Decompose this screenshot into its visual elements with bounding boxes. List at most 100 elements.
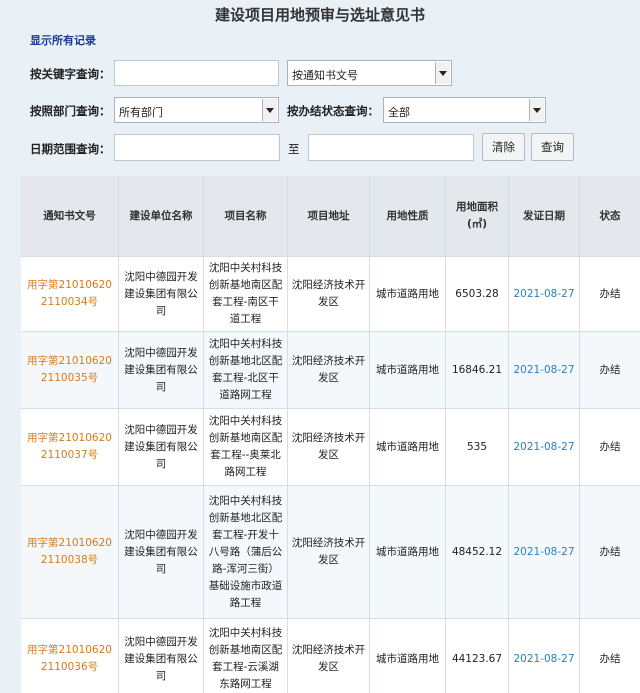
- dept-select[interactable]: 所有部门: [114, 97, 279, 123]
- issue-date-cell-text: 2021-08-27: [513, 440, 575, 453]
- date-label: 日期范围查询：: [30, 142, 111, 156]
- area-cell-text: 6503.28: [455, 287, 499, 300]
- header-cell: 发证日期: [509, 176, 580, 256]
- date-to-label: 至: [288, 142, 300, 156]
- unit-cell-text: 沈阳中德园开发建设集团有限公司: [124, 346, 198, 393]
- header-cell: 项目地址: [288, 176, 370, 256]
- area-cell-text: 44123.67: [451, 652, 503, 665]
- project-cell-text: 沈阳中关村科技创新基地北区配套工程-开发十八号路（蒲后公路-浑河三街）基础设施市…: [208, 494, 283, 609]
- land-nature-cell: 城市道路用地: [370, 257, 446, 331]
- doc-number-link[interactable]: 用字第210106202110036号: [21, 619, 119, 693]
- search-button[interactable]: 查询: [531, 133, 574, 161]
- status-value: 全部: [388, 106, 410, 119]
- status-cell-text: 办结: [599, 287, 621, 300]
- land-nature-cell-text: 城市道路用地: [376, 652, 439, 665]
- doc-number-link-text[interactable]: 用字第210106202110035号: [24, 353, 115, 387]
- clear-button[interactable]: 清除: [482, 133, 525, 161]
- address-cell: 沈阳经济技术开发区: [288, 257, 370, 331]
- date-from-input[interactable]: [114, 134, 280, 161]
- project-cell: 沈阳中关村科技创新基地南区配套工程-云溪湖东路网工程: [204, 619, 288, 693]
- area-cell: 16846.21: [446, 332, 509, 408]
- status-select[interactable]: 全部: [383, 97, 546, 123]
- area-cell-text: 535: [466, 440, 488, 453]
- project-cell-text: 沈阳中关村科技创新基地北区配套工程-北区干道路网工程: [208, 338, 283, 401]
- header-cell: 状态: [599, 209, 621, 222]
- header-cell: 通知书文号: [21, 176, 119, 256]
- unit-cell: 沈阳中德园开发建设集团有限公司: [119, 409, 204, 485]
- status-cell-text: 办结: [599, 652, 621, 665]
- doc-number-link[interactable]: 用字第210106202110035号: [21, 332, 119, 408]
- land-nature-cell-text: 城市道路用地: [376, 363, 439, 376]
- unit-cell-text: 沈阳中德园开发建设集团有限公司: [124, 528, 198, 575]
- doc-number-link-text[interactable]: 用字第210106202110034号: [24, 277, 115, 311]
- address-cell-text: 沈阳经济技术开发区: [291, 279, 366, 308]
- issue-date-cell: 2021-08-27: [509, 486, 580, 618]
- keyword-type-select[interactable]: 按通知书文号: [287, 60, 452, 86]
- status-cell-text: 办结: [599, 363, 621, 376]
- issue-date-cell: 2021-08-27: [509, 332, 580, 408]
- address-cell: 沈阳经济技术开发区: [288, 409, 370, 485]
- project-cell: 沈阳中关村科技创新基地北区配套工程-北区干道路网工程: [204, 332, 288, 408]
- doc-number-link[interactable]: 用字第210106202110037号: [21, 409, 119, 485]
- keyword-type-value: 按通知书文号: [292, 69, 358, 82]
- status-cell: 办结: [580, 257, 640, 331]
- area-cell-text: 48452.12: [451, 545, 503, 558]
- area-cell: 44123.67: [446, 619, 509, 693]
- header-cell: 用地面积(㎡): [446, 176, 509, 256]
- doc-number-link-text[interactable]: 用字第210106202110037号: [24, 430, 115, 464]
- unit-cell: 沈阳中德园开发建设集团有限公司: [119, 486, 204, 618]
- dept-value: 所有部门: [119, 106, 163, 119]
- doc-number-link-text[interactable]: 用字第210106202110036号: [24, 642, 115, 676]
- project-cell-text: 沈阳中关村科技创新基地南区配套工程-云溪湖东路网工程: [208, 627, 283, 690]
- unit-cell: 沈阳中德园开发建设集团有限公司: [119, 257, 204, 331]
- status-cell-text: 办结: [599, 440, 621, 453]
- project-cell: 沈阳中关村科技创新基地南区配套工程-南区干道工程: [204, 257, 288, 331]
- table-row: 用字第210106202110036号 沈阳中德园开发建设集团有限公司 沈阳中关村科…: [21, 619, 640, 693]
- doc-number-link[interactable]: 用字第210106202110034号: [21, 257, 119, 331]
- show-all-link[interactable]: 显示所有记录: [30, 32, 96, 48]
- status-cell-text: 办结: [599, 545, 621, 558]
- land-nature-cell-text: 城市道路用地: [376, 440, 439, 453]
- status-cell: 办结: [580, 619, 640, 693]
- issue-date-cell: 2021-08-27: [509, 409, 580, 485]
- unit-cell-text: 沈阳中德园开发建设集团有限公司: [124, 270, 198, 317]
- doc-number-link[interactable]: 用字第210106202110038号: [21, 486, 119, 618]
- address-cell-text: 沈阳经济技术开发区: [291, 355, 366, 384]
- dept-label: 按照部门查询：: [30, 104, 111, 118]
- date-to-input[interactable]: [308, 134, 474, 161]
- header-cell: 用地性质: [370, 176, 446, 256]
- issue-date-cell: 2021-08-27: [509, 257, 580, 331]
- project-cell-text: 沈阳中关村科技创新基地南区配套工程-南区干道工程: [208, 262, 283, 325]
- keyword-input[interactable]: [114, 60, 279, 86]
- area-cell: 48452.12: [446, 486, 509, 618]
- issue-date-cell-text: 2021-08-27: [513, 545, 575, 558]
- unit-cell: 沈阳中德园开发建设集团有限公司: [119, 619, 204, 693]
- address-cell-text: 沈阳经济技术开发区: [291, 644, 366, 673]
- page-title: 建设项目用地预审与选址意见书: [214, 6, 425, 24]
- chevron-down-icon: [529, 99, 544, 121]
- chevron-down-icon: [262, 99, 277, 121]
- table-row: 用字第210106202110038号 沈阳中德园开发建设集团有限公司 沈阳中关村科…: [21, 486, 640, 619]
- keyword-label: 按关键字查询：: [30, 67, 111, 81]
- land-nature-cell: 城市道路用地: [370, 619, 446, 693]
- issue-date-cell-text: 2021-08-27: [513, 287, 575, 300]
- land-nature-cell-text: 城市道路用地: [376, 287, 439, 300]
- status-cell: 办结: [580, 486, 640, 618]
- issue-date-cell: 2021-08-27: [509, 619, 580, 693]
- project-cell: 沈阳中关村科技创新基地北区配套工程-开发十八号路（蒲后公路-浑河三街）基础设施市…: [204, 486, 288, 618]
- table-row: 用字第210106202110037号 沈阳中德园开发建设集团有限公司 沈阳中关村科…: [21, 409, 640, 486]
- issue-date-cell-text: 2021-08-27: [513, 652, 575, 665]
- land-nature-cell: 城市道路用地: [370, 332, 446, 408]
- doc-number-link-text[interactable]: 用字第210106202110038号: [24, 535, 115, 569]
- unit-cell-text: 沈阳中德园开发建设集团有限公司: [124, 635, 198, 682]
- land-nature-cell-text: 城市道路用地: [376, 545, 439, 558]
- table-row: 用字第210106202110034号 沈阳中德园开发建设集团有限公司 沈阳中关村科…: [21, 257, 640, 332]
- address-cell: 沈阳经济技术开发区: [288, 332, 370, 408]
- project-cell-text: 沈阳中关村科技创新基地南区配套工程--奥莱北路网工程: [208, 415, 283, 478]
- address-cell-text: 沈阳经济技术开发区: [291, 432, 366, 461]
- table-header: 通知书文号 建设单位名称 项目名称 项目地址 用地性质 用地面积(㎡) 发证日期…: [21, 176, 640, 257]
- area-cell: 6503.28: [446, 257, 509, 331]
- project-cell: 沈阳中关村科技创新基地南区配套工程--奥莱北路网工程: [204, 409, 288, 485]
- status-label: 按办结状态查询：: [287, 104, 379, 118]
- table-row: 用字第210106202110035号 沈阳中德园开发建设集团有限公司 沈阳中关村科…: [21, 332, 640, 409]
